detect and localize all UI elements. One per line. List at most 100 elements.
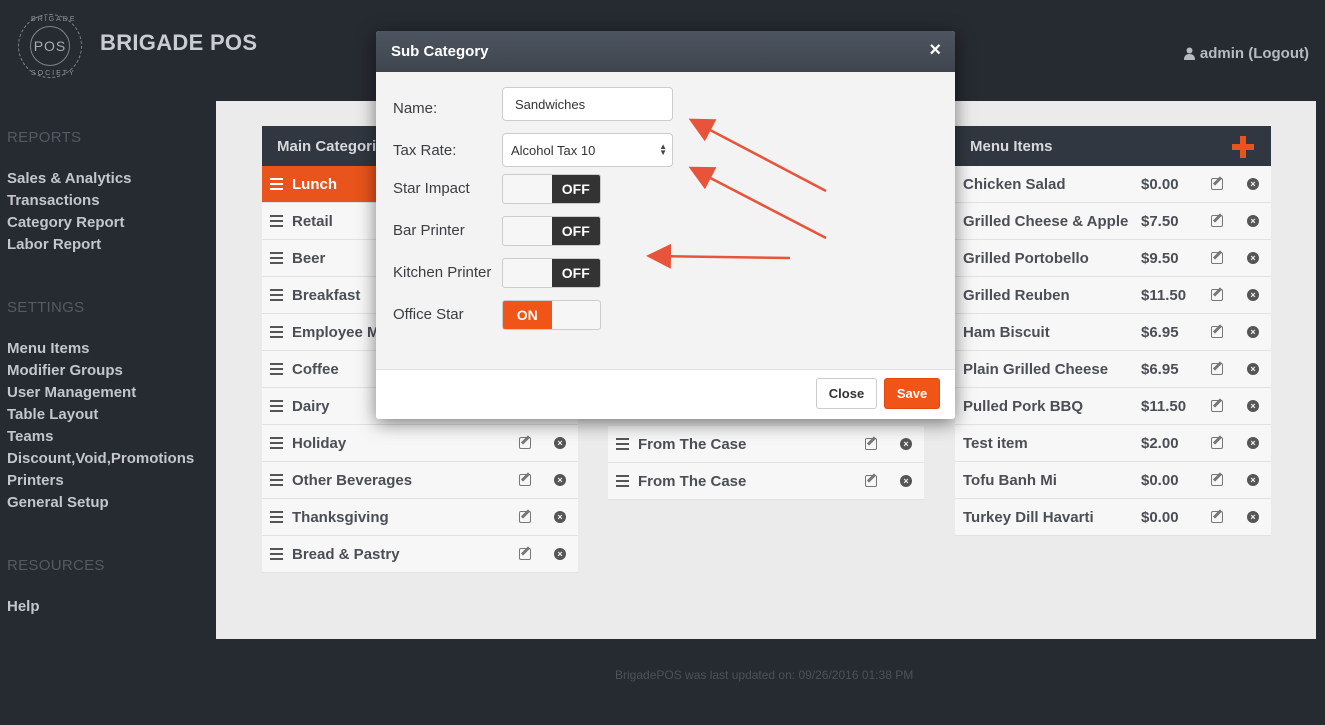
drag-handle-icon[interactable]	[616, 438, 629, 450]
menu-item-row[interactable]: Ham Biscuit $6.95 ×	[955, 314, 1271, 351]
bar-printer-toggle[interactable]: OFF	[502, 216, 601, 246]
main-category-row[interactable]: Thanksgiving ×	[262, 499, 578, 536]
main-category-row[interactable]: Other Beverages ×	[262, 462, 578, 499]
star-impact-toggle[interactable]: OFF	[502, 174, 601, 204]
edit-icon[interactable]	[1211, 326, 1223, 338]
delete-icon[interactable]: ×	[1247, 215, 1259, 227]
delete-icon[interactable]: ×	[554, 548, 566, 560]
main-category-row[interactable]: Bread & Pastry ×	[262, 536, 578, 573]
nav-transactions[interactable]: Transactions	[7, 190, 132, 212]
menu-item-row[interactable]: Pulled Pork BBQ $11.50 ×	[955, 388, 1271, 425]
tax-rate-label: Tax Rate:	[393, 142, 457, 159]
delete-icon[interactable]: ×	[554, 437, 566, 449]
main-category-label: Employee M	[292, 323, 380, 341]
edit-icon[interactable]	[1211, 289, 1223, 301]
delete-icon[interactable]: ×	[1247, 437, 1259, 449]
edit-icon[interactable]	[519, 511, 531, 523]
nav-labor-report[interactable]: Labor Report	[7, 234, 132, 256]
edit-icon[interactable]	[1211, 474, 1223, 486]
nav-menu-items[interactable]: Menu Items	[7, 338, 194, 360]
office-star-toggle[interactable]: ON	[502, 300, 601, 330]
nav-sales-analytics[interactable]: Sales & Analytics	[7, 168, 132, 190]
drag-handle-icon[interactable]	[270, 326, 283, 338]
menu-item-row[interactable]: Turkey Dill Havarti $0.00 ×	[955, 499, 1271, 536]
drag-handle-icon[interactable]	[270, 289, 283, 301]
edit-icon[interactable]	[1211, 363, 1223, 375]
sub-category-row[interactable]: From The Case ×	[608, 426, 924, 463]
edit-icon[interactable]	[1211, 215, 1223, 227]
nav-teams[interactable]: Teams	[7, 426, 194, 448]
drag-handle-icon[interactable]	[270, 474, 283, 486]
nav-general-setup[interactable]: General Setup	[7, 492, 194, 514]
menu-item-name: Turkey Dill Havarti	[963, 508, 1094, 526]
main-category-label: Holiday	[292, 434, 347, 452]
edit-icon[interactable]	[519, 474, 531, 486]
menu-item-price: $11.50	[1141, 286, 1187, 304]
menu-item-row[interactable]: Grilled Cheese & Apple $7.50 ×	[955, 203, 1271, 240]
edit-icon[interactable]	[1211, 252, 1223, 264]
drag-handle-icon[interactable]	[616, 475, 629, 487]
edit-icon[interactable]	[865, 438, 877, 450]
nav-user-management[interactable]: User Management	[7, 382, 194, 404]
nav-discount-void-promotions[interactable]: Discount,Void,Promotions	[7, 448, 194, 470]
menu-item-name: Plain Grilled Cheese	[963, 360, 1109, 378]
drag-handle-icon[interactable]	[270, 437, 283, 449]
drag-handle-icon[interactable]	[270, 363, 283, 375]
menu-items-header: Menu Items	[955, 126, 1271, 166]
kitchen-printer-label: Kitchen Printer	[393, 264, 492, 281]
drag-handle-icon[interactable]	[270, 548, 283, 560]
tax-rate-select[interactable]: Alcohol Tax 10 ▲ ▼	[502, 133, 673, 167]
sub-category-row[interactable]: From The Case ×	[608, 463, 924, 500]
modal-close-icon[interactable]: ×	[929, 39, 941, 62]
menu-items-column: Menu Items Chicken Salad $0.00 × Grilled Ch…	[955, 126, 1271, 536]
add-menu-item-icon[interactable]	[1232, 136, 1254, 158]
menu-item-row[interactable]: Chicken Salad $0.00 ×	[955, 166, 1271, 203]
drag-handle-icon[interactable]	[270, 178, 283, 190]
name-input[interactable]	[502, 87, 673, 121]
menu-item-row[interactable]: Grilled Portobello $9.50 ×	[955, 240, 1271, 277]
delete-icon[interactable]: ×	[1247, 178, 1259, 190]
menu-item-row[interactable]: Tofu Banh Mi $0.00 ×	[955, 462, 1271, 499]
edit-icon[interactable]	[1211, 400, 1223, 412]
edit-icon[interactable]	[519, 548, 531, 560]
delete-icon[interactable]: ×	[1247, 326, 1259, 338]
delete-icon[interactable]: ×	[1247, 511, 1259, 523]
menu-item-name: Chicken Salad	[963, 175, 1066, 193]
delete-icon[interactable]: ×	[900, 438, 912, 450]
drag-handle-icon[interactable]	[270, 511, 283, 523]
edit-icon[interactable]	[519, 437, 531, 449]
nav-modifier-groups[interactable]: Modifier Groups	[7, 360, 194, 382]
delete-icon[interactable]: ×	[1247, 363, 1259, 375]
drag-handle-icon[interactable]	[270, 215, 283, 227]
delete-icon[interactable]: ×	[900, 475, 912, 487]
main-category-row[interactable]: Holiday ×	[262, 425, 578, 462]
delete-icon[interactable]: ×	[1247, 252, 1259, 264]
menu-item-row[interactable]: Grilled Reuben $11.50 ×	[955, 277, 1271, 314]
settings-nav: Menu Items Modifier Groups User Manageme…	[7, 338, 194, 514]
nav-category-report[interactable]: Category Report	[7, 212, 132, 234]
save-button[interactable]: Save	[884, 378, 940, 409]
nav-help[interactable]: Help	[7, 596, 40, 618]
menu-item-row[interactable]: Test item $2.00 ×	[955, 425, 1271, 462]
delete-icon[interactable]: ×	[554, 474, 566, 486]
logout-link[interactable]: admin (Logout)	[1200, 45, 1309, 62]
edit-icon[interactable]	[1211, 511, 1223, 523]
drag-handle-icon[interactable]	[270, 252, 283, 264]
menu-item-row[interactable]: Plain Grilled Cheese $6.95 ×	[955, 351, 1271, 388]
modal-body: Name: Tax Rate: Alcohol Tax 10 ▲▼ Star I…	[376, 72, 955, 369]
delete-icon[interactable]: ×	[554, 511, 566, 523]
toggle-blank	[503, 175, 552, 203]
kitchen-printer-toggle[interactable]: OFF	[502, 258, 601, 288]
delete-icon[interactable]: ×	[1247, 474, 1259, 486]
close-button[interactable]: Close	[816, 378, 877, 409]
nav-table-layout[interactable]: Table Layout	[7, 404, 194, 426]
drag-handle-icon[interactable]	[270, 400, 283, 412]
user-menu[interactable]: admin (Logout)	[1183, 45, 1309, 62]
edit-icon[interactable]	[865, 475, 877, 487]
edit-icon[interactable]	[1211, 437, 1223, 449]
delete-icon[interactable]: ×	[1247, 289, 1259, 301]
menu-items-title: Menu Items	[970, 137, 1053, 155]
nav-printers[interactable]: Printers	[7, 470, 194, 492]
delete-icon[interactable]: ×	[1247, 400, 1259, 412]
edit-icon[interactable]	[1211, 178, 1223, 190]
